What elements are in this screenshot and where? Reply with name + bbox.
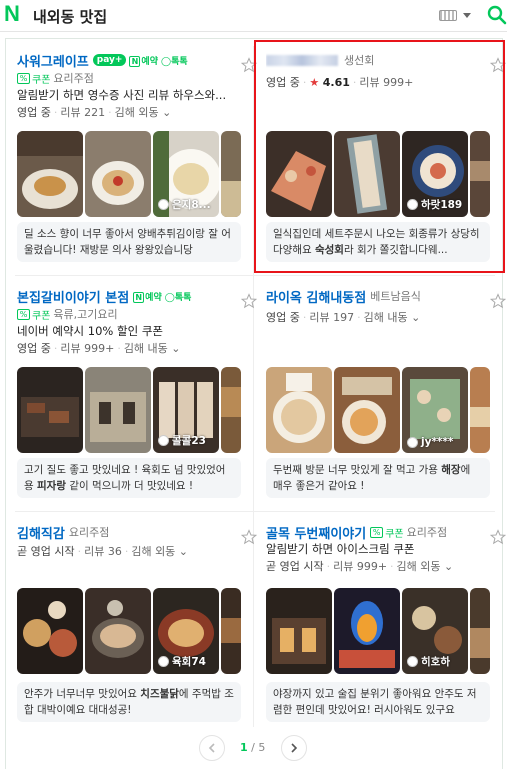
food-photo[interactable] <box>17 131 83 217</box>
review-snippet[interactable]: 딜 소스 향이 너무 좋아서 양배추튀김이랑 잘 어울렸습니다! 재방문 의사 … <box>17 222 241 262</box>
food-photo[interactable] <box>221 588 241 674</box>
photo-strip[interactable]: jy**** <box>266 367 490 453</box>
talk-badge: ◯톡톡 <box>160 56 188 67</box>
place-meta: 영업 중 · 리뷰 197 · 김해 내동 ⌄ <box>266 311 421 324</box>
place-card[interactable]: 라이옥 김해내동점 베트남음식 영업 중 · 리뷰 197 · 김해 내동 ⌄ <box>266 282 506 326</box>
chevron-down-icon[interactable] <box>463 13 471 18</box>
food-photo[interactable]: 은지8... <box>153 131 219 217</box>
place-card[interactable]: 김해직감 요리주점 곧 영업 시작 · 리뷰 36 · 김해 외동 ⌄ <box>17 518 257 560</box>
top-bar: N 내외동 맛집 <box>0 0 507 32</box>
food-photo[interactable]: jy**** <box>402 367 468 453</box>
promo-text: 네이버 예약시 10% 할인 쿠폰 <box>17 324 163 338</box>
place-category: 요리주점 <box>53 72 94 85</box>
review-snippet[interactable]: 두번째 방문 너무 맛있게 잘 먹고 가용 해장에 매우 좋은거 같아요 ! <box>266 458 490 498</box>
photo-reviewer: 콜콜23 <box>158 433 206 448</box>
prev-page-button[interactable] <box>199 735 225 761</box>
food-photo[interactable] <box>470 367 490 453</box>
reserve-badge: N 예약 <box>129 54 158 67</box>
coupon-badge: % 쿠폰 <box>17 307 50 322</box>
food-photo[interactable]: 육회74 <box>153 588 219 674</box>
food-photo[interactable] <box>470 588 490 674</box>
place-meta: 영업 중 · 리뷰 999+ · 김해 내동 ⌄ <box>17 342 181 355</box>
review-snippet[interactable]: 야장까지 있고 술집 분위기 좋아워요 안주도 저렴한 편인데 맛있어요! 러시… <box>266 682 490 722</box>
place-name[interactable]: 김해직감 <box>17 523 65 542</box>
food-photo[interactable] <box>17 588 83 674</box>
pagination: 1 / 5 <box>0 735 507 765</box>
reserve-badge: N 예약 <box>133 290 162 303</box>
place-card[interactable]: 골목 두번째이야기 % 쿠폰 요리주점 알림받기 하면 아이스크림 쿠폰 곧 영업… <box>266 518 506 575</box>
coupon-badge: % 쿠폰 <box>370 525 404 540</box>
place-name[interactable]: 본집갈비이야기 본점 <box>17 287 129 306</box>
place-category: 요리주점 <box>406 526 448 539</box>
review-snippet[interactable]: 안주가 너무너무 맛있어요 치즈불닭에 주먹밥 조합 대박이예요 대대성공! <box>17 682 241 722</box>
photo-strip[interactable]: 콜콜23 <box>17 367 241 453</box>
chevron-right-icon <box>291 743 298 753</box>
photo-strip[interactable]: 육회74 <box>17 588 241 674</box>
food-photo[interactable] <box>85 131 151 217</box>
promo-text: 알림받기 하면 아이스크림 쿠폰 <box>266 542 415 556</box>
search-icon <box>487 5 507 25</box>
food-photo[interactable] <box>85 367 151 453</box>
place-card[interactable]: 사워그레이프 pay+ N 예약 ◯톡톡 % 쿠폰 요리주점 알림받기 하면 영수증… <box>17 46 257 121</box>
naver-logo[interactable]: N <box>4 3 24 25</box>
star-outline-icon[interactable] <box>241 529 257 545</box>
chevron-left-icon <box>208 743 215 753</box>
place-name[interactable]: 사워그레이프 <box>17 51 89 70</box>
place-category: 요리주점 <box>68 526 110 539</box>
coupon-badge: % 쿠폰 <box>17 71 50 86</box>
photo-strip[interactable]: 은지8... <box>17 131 241 217</box>
keyboard-icon[interactable] <box>439 10 457 21</box>
food-photo[interactable] <box>17 367 83 453</box>
photo-strip[interactable]: 히호하 <box>266 588 490 674</box>
food-photo[interactable] <box>266 588 332 674</box>
photo-reviewer: 육회74 <box>158 654 206 669</box>
food-photo[interactable] <box>334 367 400 453</box>
page-indicator: 1 / 5 <box>240 741 266 754</box>
food-photo[interactable] <box>266 367 332 453</box>
food-photo[interactable] <box>221 367 241 453</box>
photo-reviewer: 은지8... <box>158 197 211 212</box>
food-photo[interactable] <box>334 588 400 674</box>
food-photo[interactable]: 콜콜23 <box>153 367 219 453</box>
place-meta: 곧 영업 시작 · 리뷰 36 · 김해 외동 ⌄ <box>17 545 189 558</box>
food-photo[interactable] <box>221 131 241 217</box>
star-outline-icon[interactable] <box>490 293 506 309</box>
food-photo[interactable] <box>85 588 151 674</box>
star-outline-icon[interactable] <box>490 529 506 545</box>
row-divider <box>15 511 495 512</box>
place-card[interactable]: 본집갈비이야기 본점 N 예약 ◯톡톡 % 쿠폰 육류,고기요리 네이버 예약시 1… <box>17 282 257 357</box>
naver-pay-badge: pay+ <box>92 54 127 66</box>
next-page-button[interactable] <box>281 735 307 761</box>
review-snippet[interactable]: 고기 질도 좋고 맛있네요 ! 육회도 넘 맛있었어용 피자랑 같이 먹으니까 … <box>17 458 241 498</box>
search-button[interactable] <box>487 5 507 25</box>
place-meta: 영업 중 · 리뷰 221 · 김해 외동 ⌄ <box>17 106 172 119</box>
place-category: 베트남음식 <box>370 290 421 303</box>
place-name[interactable]: 골목 두번째이야기 <box>266 523 366 542</box>
place-category: 육류,고기요리 <box>53 308 118 321</box>
star-outline-icon[interactable] <box>241 293 257 309</box>
photo-reviewer: 히호하 <box>407 654 450 669</box>
photo-reviewer: jy**** <box>407 436 453 448</box>
selection-highlight-box <box>254 40 505 273</box>
food-photo[interactable]: 히호하 <box>402 588 468 674</box>
promo-text: 알림받기 하면 영수증 사진 리뷰 하우스와... <box>17 88 227 102</box>
talk-badge: ◯톡톡 <box>164 292 192 303</box>
place-meta: 곧 영업 시작 · 리뷰 999+ · 김해 외동 ⌄ <box>266 560 454 573</box>
page-title: 내외동 맛집 <box>33 8 108 26</box>
place-name[interactable]: 라이옥 김해내동점 <box>266 287 366 306</box>
row-divider <box>15 275 495 276</box>
